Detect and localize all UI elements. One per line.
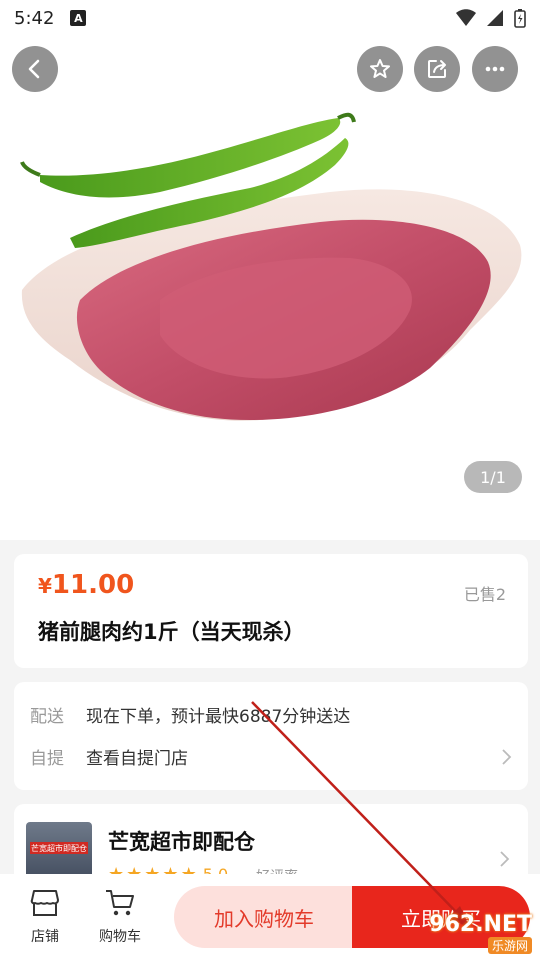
share-button[interactable] [414, 46, 460, 92]
status-a-badge: A [70, 10, 87, 26]
status-bar: 5:42 A [0, 0, 540, 36]
store-name: 芒宽超市即配仓 [108, 830, 255, 854]
star-icon [370, 59, 390, 78]
cart-button[interactable]: 购物车 [90, 888, 150, 946]
chevron-right-icon [500, 851, 510, 867]
price-amount: 11.00 [51, 570, 135, 600]
delivery-label: 配送 [30, 707, 64, 727]
back-button[interactable] [12, 46, 58, 92]
watermark-logo: 962.NET 乐游网 [429, 912, 532, 954]
delivery-value: 现在下单，预计最快6887分钟送达 [86, 707, 351, 727]
share-icon [428, 60, 446, 78]
pickup-value[interactable]: 查看自提门店 [86, 744, 188, 769]
status-time: 5:42 [14, 7, 55, 29]
shop-button[interactable]: 店铺 [15, 888, 75, 946]
back-icon [28, 59, 40, 79]
sold-count: 已售2 [463, 585, 506, 604]
wifi-icon [456, 9, 476, 26]
price-card: ¥11.00 已售2 猪前腿肉约1斤（当天现杀） [14, 554, 528, 668]
currency-symbol: ¥ [38, 574, 52, 598]
cart-icon [106, 890, 134, 916]
product-price: ¥11.00 [38, 570, 134, 600]
delivery-row: 配送 现在下单，预计最快6887分钟送达 [30, 702, 512, 727]
more-button[interactable] [472, 46, 518, 92]
product-image-area [0, 0, 540, 540]
store-sign: 芒宽超市即配仓 [30, 842, 88, 854]
delivery-card: 配送 现在下单，预计最快6887分钟送达 自提 查看自提门店 [14, 682, 528, 790]
product-image [20, 112, 522, 421]
favorite-button[interactable] [357, 46, 403, 92]
signal-icon [487, 10, 503, 26]
chevron-right-icon[interactable] [500, 748, 512, 766]
more-icon [485, 66, 505, 72]
cart-label: 购物车 [99, 929, 141, 945]
watermark-bottom: 乐游网 [487, 937, 532, 954]
watermark-top: 962.NET [429, 912, 532, 937]
shop-label: 店铺 [31, 929, 59, 945]
battery-icon [514, 9, 526, 28]
product-title: 猪前腿肉约1斤（当天现杀） [38, 620, 305, 644]
pickup-row[interactable]: 自提 查看自提门店 [30, 744, 512, 769]
store-icon [30, 890, 59, 916]
add-to-cart-button[interactable]: 加入购物车 [174, 886, 354, 948]
image-page-counter: 1/1 [464, 461, 522, 493]
pickup-label: 自提 [30, 749, 64, 769]
